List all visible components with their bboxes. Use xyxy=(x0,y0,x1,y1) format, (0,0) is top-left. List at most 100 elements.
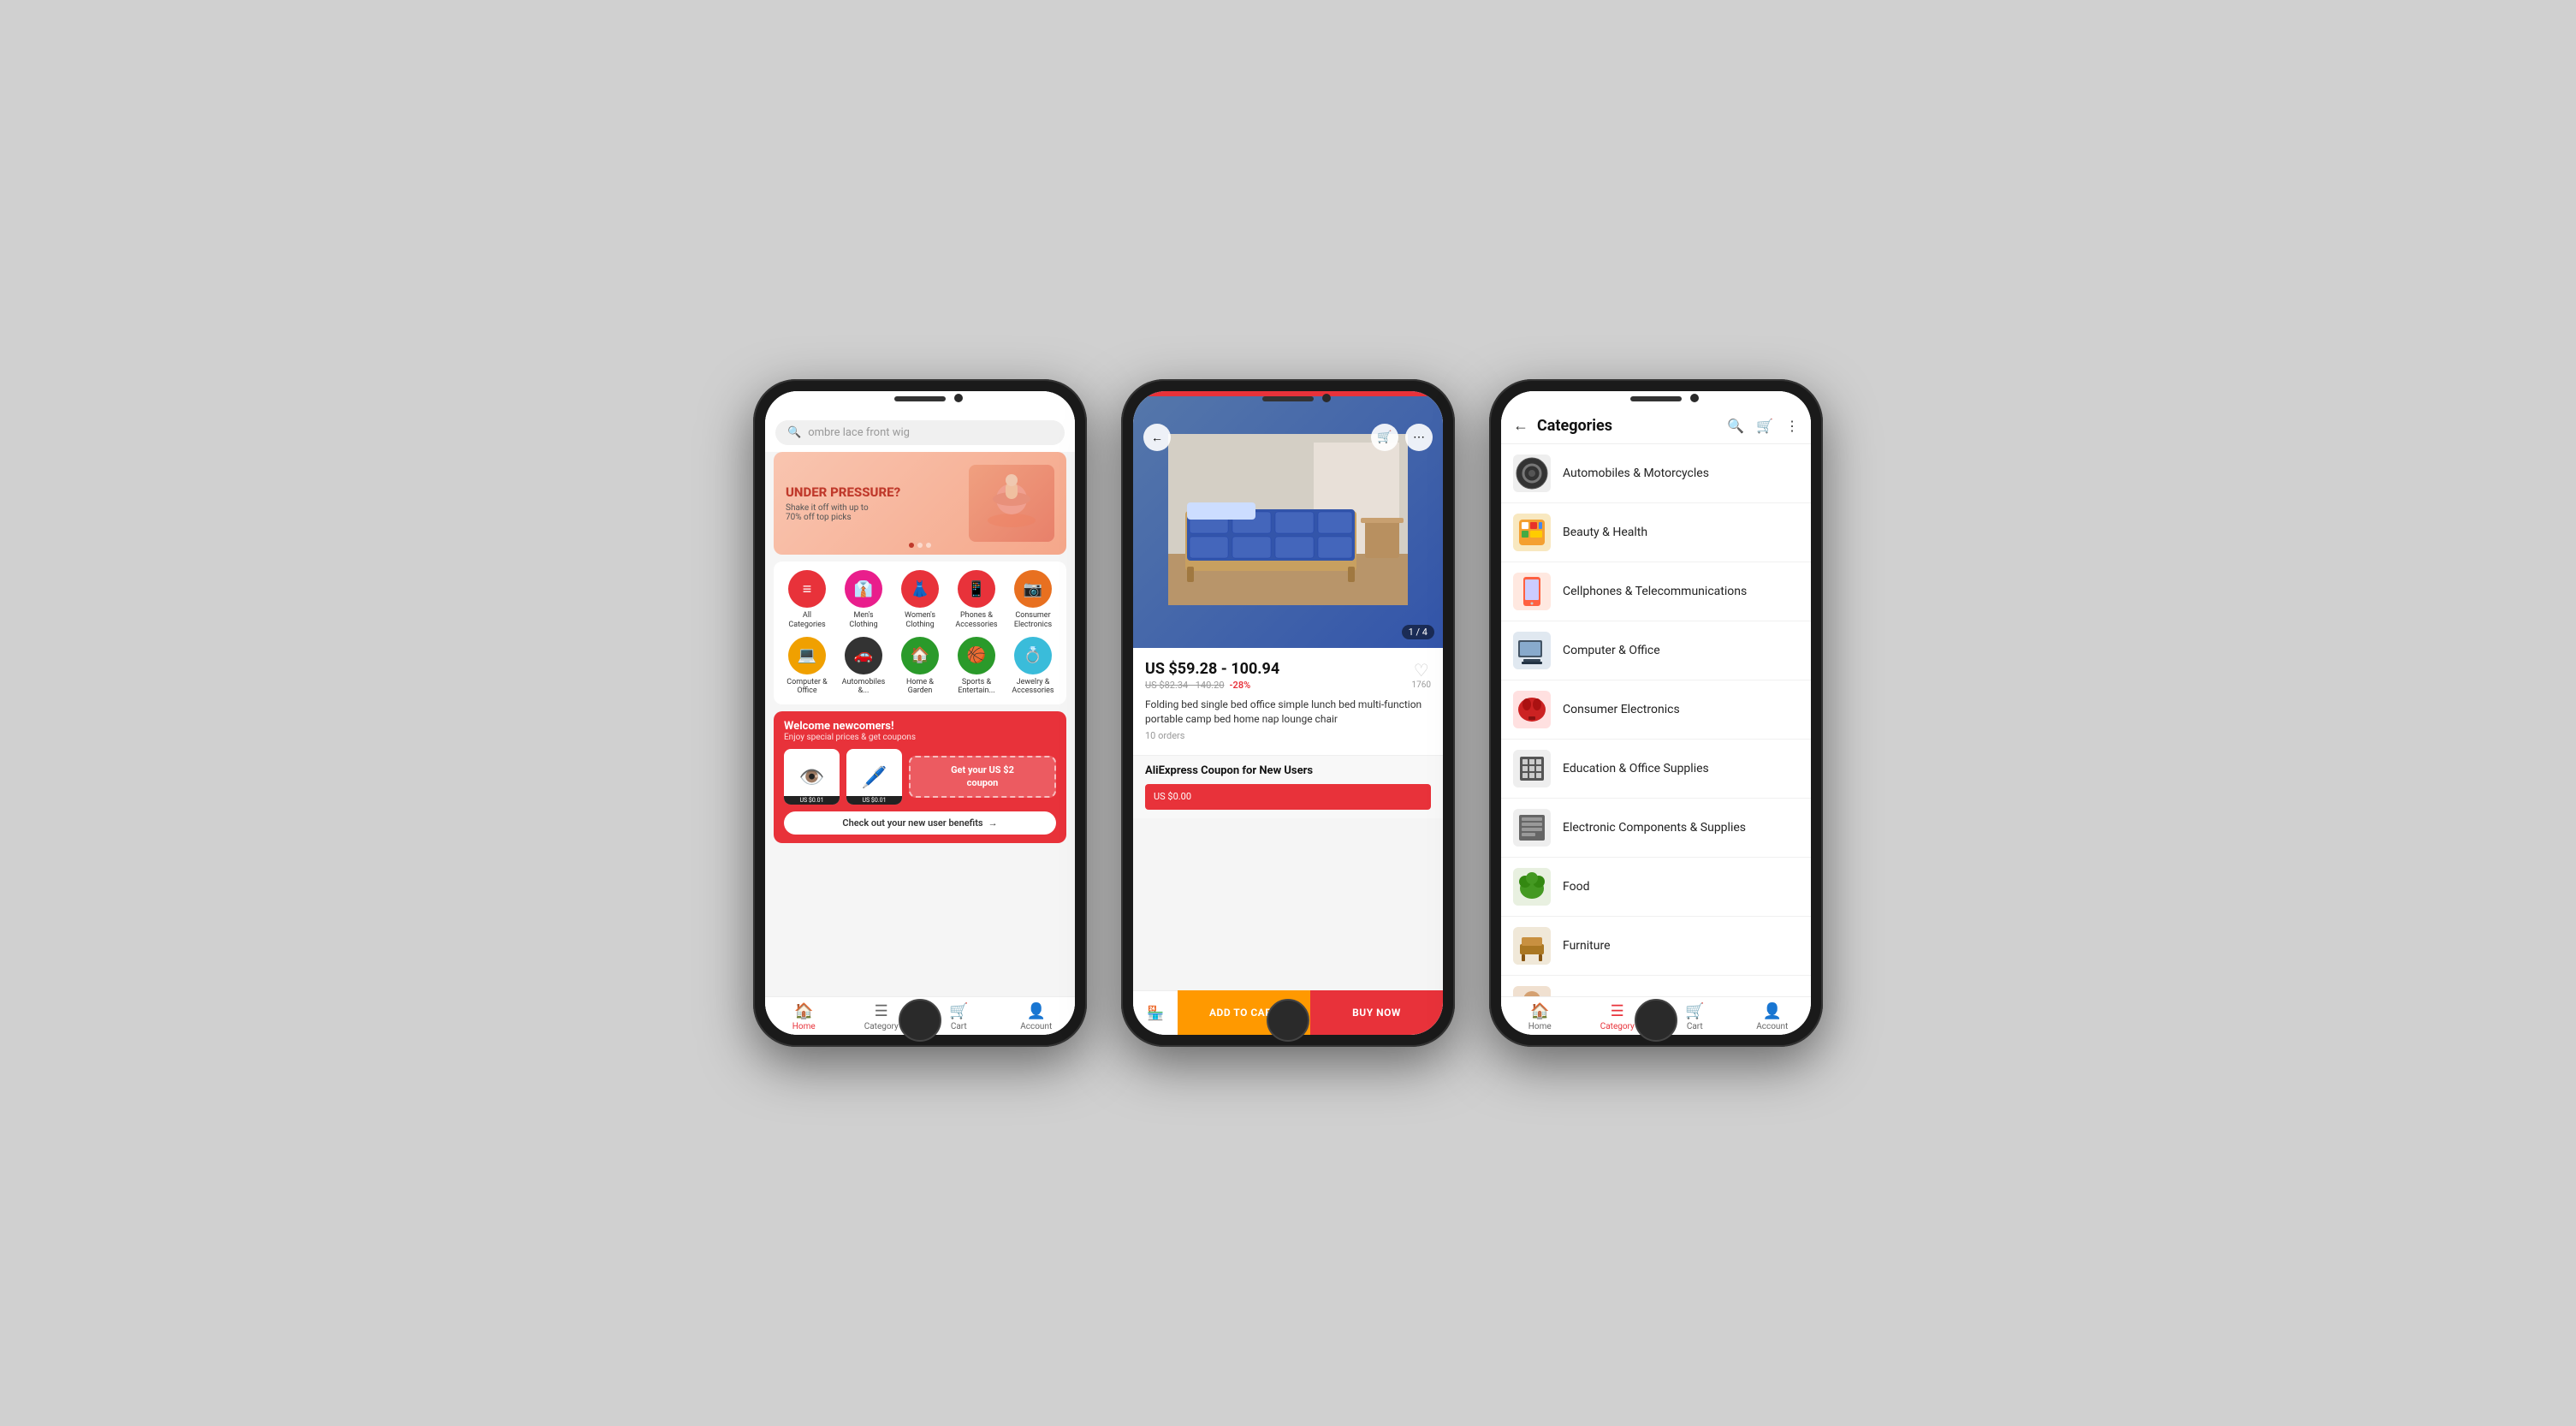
category-item-education[interactable]: Education & Office Supplies xyxy=(1501,740,1811,799)
categories-section: ≡ AllCategories 👔 Men'sClothing 👗 Women'… xyxy=(774,561,1066,704)
cat-label-womens: Women'sClothing xyxy=(905,611,935,630)
home-button-1[interactable] xyxy=(899,999,941,1042)
heart-icon[interactable]: ♡ xyxy=(1412,660,1431,680)
category-all[interactable]: ≡ AllCategories xyxy=(782,570,832,630)
promo-banner[interactable]: UNDER PRESSURE? Shake it off with up to … xyxy=(774,452,1066,555)
price-main: US $59.28 - 100.94 xyxy=(1145,660,1279,678)
heart-section: ♡ 1760 xyxy=(1412,660,1431,690)
category-label-cellphones: Cellphones & Telecommunications xyxy=(1563,585,1799,598)
banner-image xyxy=(969,465,1054,542)
p3-account-icon: 👤 xyxy=(1763,1002,1782,1020)
category-computer[interactable]: 💻 Computer &Office xyxy=(782,637,832,697)
product-image: 1 / 4 ← 🛒 ⋯ xyxy=(1133,391,1443,648)
category-autos[interactable]: 🚗 Automobiles&... xyxy=(839,637,888,697)
categories-title: Categories xyxy=(1537,417,1718,435)
product-price-1: US $0.01 xyxy=(784,796,840,805)
search-icon-header[interactable]: 🔍 xyxy=(1727,418,1744,434)
category-jewelry[interactable]: 💍 Jewelry &Accessories xyxy=(1008,637,1058,697)
category-mens[interactable]: 👔 Men'sClothing xyxy=(839,570,888,630)
category-home[interactable]: 🏠 Home &Garden xyxy=(895,637,945,697)
store-button[interactable]: 🏪 xyxy=(1133,990,1178,1035)
product-header: ← 🛒 ⋯ xyxy=(1133,417,1443,458)
category-icon: ☰ xyxy=(875,1002,888,1020)
cat-label-jewelry: Jewelry &Accessories xyxy=(1012,678,1054,697)
cat-icon-computer: 💻 xyxy=(788,637,826,674)
cat-label-sports: Sports &Entertain... xyxy=(958,678,994,697)
phone-speaker-3 xyxy=(1630,396,1682,401)
arrow-icon: → xyxy=(988,817,998,829)
category-thumb-cellphones xyxy=(1513,573,1551,610)
category-item-food[interactable]: Food xyxy=(1501,858,1811,917)
cat-icon-phones: 📱 xyxy=(958,570,995,608)
nav-category-label: Category xyxy=(864,1022,899,1031)
category-item-furniture[interactable]: Furniture xyxy=(1501,917,1811,976)
back-button[interactable]: ← xyxy=(1143,424,1171,451)
product-title: Folding bed single bed office simple lun… xyxy=(1145,698,1431,727)
more-icon-header[interactable]: ⋮ xyxy=(1785,418,1799,434)
check-benefits-button[interactable]: Check out your new user benefits → xyxy=(784,811,1056,835)
phone-camera-2 xyxy=(1322,394,1331,402)
coupon-box[interactable]: Get your US $2 coupon xyxy=(909,756,1056,798)
cat-icon-home: 🏠 xyxy=(901,637,939,674)
nav-account[interactable]: 👤 Account xyxy=(998,1002,1076,1031)
p3-category-icon: ☰ xyxy=(1611,1002,1624,1020)
search-input[interactable]: 🔍 ombre lace front wig xyxy=(775,420,1065,445)
header-right-actions: 🛒 ⋯ xyxy=(1371,424,1433,451)
p3-nav-category-label: Category xyxy=(1600,1022,1635,1031)
nav-home[interactable]: 🏠 Home xyxy=(765,1002,843,1031)
coupon-bar[interactable]: US $0.00 xyxy=(1145,784,1431,810)
phone-camera-1 xyxy=(954,394,963,402)
category-sports[interactable]: 🏀 Sports &Entertain... xyxy=(952,637,1001,697)
search-bar: 🔍 ombre lace front wig xyxy=(765,415,1075,452)
cat-label-phones: Phones &Accessories xyxy=(955,611,997,630)
cat-label-electronics: ConsumerElectronics xyxy=(1014,611,1052,630)
category-item-autos[interactable]: Automobiles & Motorcycles xyxy=(1501,444,1811,503)
product-screen: 1 / 4 ← 🛒 ⋯ US $59.28 - 100.94 US xyxy=(1133,391,1443,1035)
category-label-electronic: Electronic Components & Supplies xyxy=(1563,821,1799,835)
welcome-section: Welcome newcomers! Enjoy special prices … xyxy=(774,711,1066,843)
category-thumb-consumer xyxy=(1513,691,1551,728)
welcome-title: Welcome newcomers! xyxy=(784,720,1056,733)
welcome-content: 👁️ US $0.01 🖊️ US $0.01 Get your US $2 c… xyxy=(784,749,1056,805)
bed-svg xyxy=(1168,434,1408,605)
category-womens[interactable]: 👗 Women'sClothing xyxy=(895,570,945,630)
categories-screen: ← Categories 🔍 🛒 ⋮ Automobiles & Motorcy… xyxy=(1501,391,1811,1035)
search-placeholder: ombre lace front wig xyxy=(808,426,910,439)
status-bar-1 xyxy=(765,391,1075,415)
category-list: Automobiles & Motorcycles Beauty & Healt… xyxy=(1501,444,1811,996)
cart-icon-header[interactable]: 🛒 xyxy=(1756,418,1773,434)
home-button-3[interactable] xyxy=(1635,999,1677,1042)
p3-home-icon: 🏠 xyxy=(1530,1002,1549,1020)
back-icon[interactable]: ← xyxy=(1513,417,1528,435)
p3-nav-home[interactable]: 🏠 Home xyxy=(1501,1002,1579,1031)
account-icon: 👤 xyxy=(1027,1002,1046,1020)
phone-1: 🔍 ombre lace front wig UNDER PRESSURE? S… xyxy=(753,379,1087,1047)
product-thumb-2: 🖊️ US $0.01 xyxy=(846,749,902,805)
category-label-autos: Automobiles & Motorcycles xyxy=(1563,466,1799,480)
category-item-electronic[interactable]: Electronic Components & Supplies xyxy=(1501,799,1811,858)
nav-cart-label: Cart xyxy=(951,1022,967,1031)
category-phones[interactable]: 📱 Phones &Accessories xyxy=(952,570,1001,630)
product-thumb-1: 👁️ US $0.01 xyxy=(784,749,840,805)
category-item-cellphones[interactable]: Cellphones & Telecommunications xyxy=(1501,562,1811,621)
category-item-consumer[interactable]: Consumer Electronics xyxy=(1501,680,1811,740)
order-count: 10 orders xyxy=(1145,730,1431,741)
category-thumb-hair xyxy=(1513,986,1551,996)
cat-icon-autos: 🚗 xyxy=(845,637,882,674)
p3-nav-account[interactable]: 👤 Account xyxy=(1734,1002,1812,1031)
search-icon: 🔍 xyxy=(787,426,801,439)
category-electronics[interactable]: 📷 ConsumerElectronics xyxy=(1008,570,1058,630)
home-button-2[interactable] xyxy=(1267,999,1309,1042)
price-secondary: US $82.34 - 140.20 -28% xyxy=(1145,680,1279,691)
product-price-2: US $0.01 xyxy=(846,796,902,805)
buy-now-button[interactable]: BUY NOW xyxy=(1310,990,1443,1035)
category-item-computer[interactable]: Computer & Office xyxy=(1501,621,1811,680)
category-thumb-furniture xyxy=(1513,927,1551,965)
category-item-hair[interactable]: Hair Extensions & Wigs xyxy=(1501,976,1811,996)
cart-button[interactable]: 🛒 xyxy=(1371,424,1398,451)
cart-icon: 🛒 xyxy=(949,1002,968,1020)
more-button[interactable]: ⋯ xyxy=(1405,424,1433,451)
category-label-beauty: Beauty & Health xyxy=(1563,526,1799,539)
category-item-beauty[interactable]: Beauty & Health xyxy=(1501,503,1811,562)
price-old: US $82.34 - 140.20 xyxy=(1145,680,1225,691)
